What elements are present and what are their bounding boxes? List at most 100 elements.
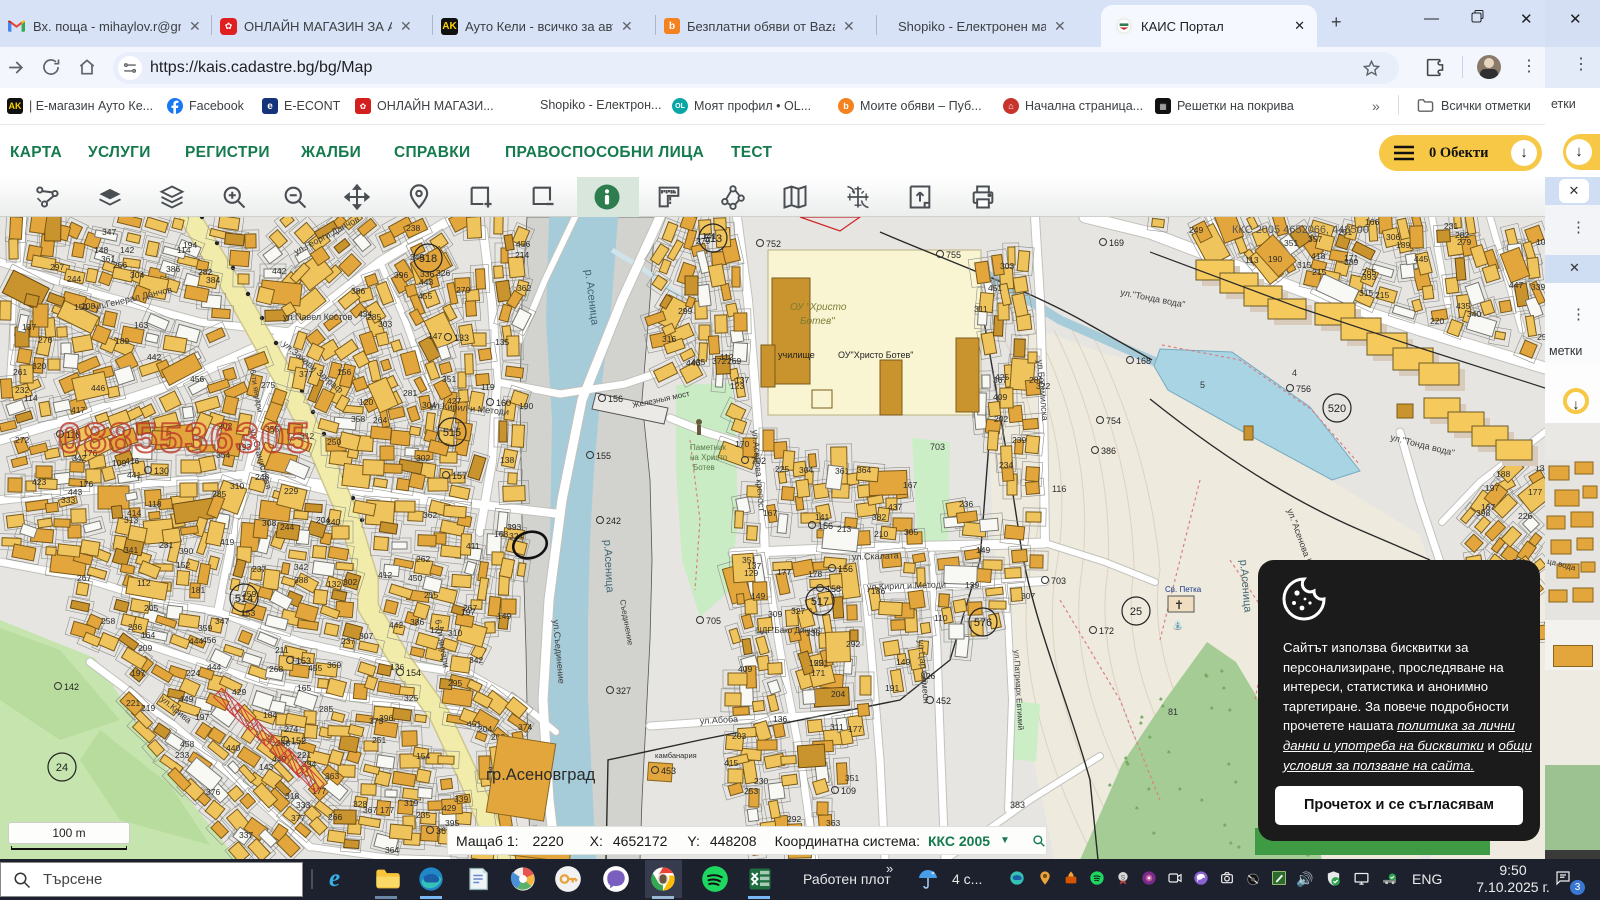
- svg-text:113: 113: [1245, 255, 1259, 265]
- svg-text:191: 191: [885, 683, 899, 693]
- svg-text:442: 442: [272, 266, 286, 276]
- svg-text:170: 170: [735, 439, 749, 449]
- svg-text:386: 386: [351, 286, 365, 296]
- svg-text:299: 299: [678, 306, 692, 316]
- svg-text:164: 164: [141, 630, 155, 640]
- svg-text:137: 137: [22, 322, 36, 332]
- svg-text:♠: ♠: [1210, 705, 1214, 712]
- svg-text:210: 210: [874, 529, 888, 539]
- svg-text:302: 302: [416, 453, 430, 463]
- svg-text:211: 211: [275, 645, 289, 655]
- svg-text:388: 388: [294, 575, 308, 585]
- svg-text:456: 456: [190, 374, 204, 384]
- svg-text:261: 261: [13, 367, 27, 377]
- svg-text:309: 309: [768, 609, 782, 619]
- svg-text:♠: ♠: [1152, 830, 1156, 837]
- svg-text:267: 267: [463, 603, 477, 613]
- svg-text:ОУ"Христо Ботев": ОУ"Христо Ботев": [838, 350, 914, 360]
- svg-text:155: 155: [596, 451, 611, 461]
- svg-text:262: 262: [416, 554, 430, 564]
- svg-text:386: 386: [410, 617, 424, 627]
- svg-text:434: 434: [358, 309, 372, 319]
- svg-text:226: 226: [1518, 511, 1532, 521]
- svg-text:359: 359: [198, 623, 212, 633]
- svg-text:307: 307: [1021, 591, 1035, 601]
- svg-text:Св. Петка: Св. Петка: [1165, 585, 1202, 594]
- svg-text:165: 165: [297, 683, 311, 693]
- svg-text:149: 149: [497, 611, 511, 621]
- svg-text:515: 515: [443, 427, 461, 439]
- svg-text:ул.Абоба: ул.Абоба: [700, 714, 739, 726]
- svg-text:234: 234: [999, 460, 1013, 470]
- svg-text:398: 398: [1476, 508, 1490, 518]
- svg-text:♠: ♠: [1178, 786, 1182, 793]
- svg-text:гр.Асеновград: гр.Асеновград: [486, 766, 596, 784]
- svg-text:190: 190: [519, 401, 533, 411]
- svg-text:281: 281: [403, 388, 417, 398]
- svg-text:441: 441: [127, 470, 141, 480]
- svg-text:151: 151: [74, 302, 88, 312]
- svg-text:225: 225: [775, 464, 789, 474]
- svg-text:377: 377: [291, 813, 305, 823]
- svg-text:295: 295: [448, 678, 462, 688]
- svg-text:149: 149: [896, 657, 910, 667]
- svg-text:194: 194: [183, 240, 197, 250]
- svg-text:268: 268: [269, 664, 283, 674]
- svg-text:81: 81: [1168, 707, 1178, 717]
- svg-text:756: 756: [1296, 384, 1311, 394]
- svg-text:456: 456: [202, 635, 216, 645]
- svg-text:304: 304: [799, 465, 813, 475]
- svg-text:♠: ♠: [1222, 685, 1226, 692]
- svg-text:446: 446: [686, 358, 700, 368]
- svg-text:319: 319: [404, 798, 418, 808]
- svg-text:163: 163: [134, 320, 148, 330]
- svg-text:на Христо: на Христо: [690, 453, 728, 462]
- svg-text:♠: ♠: [1220, 668, 1224, 675]
- svg-text:447: 447: [1509, 280, 1523, 290]
- svg-text:367: 367: [363, 805, 377, 815]
- svg-text:камбанария: камбанария: [655, 751, 697, 760]
- svg-text:Паметник: Паметник: [690, 443, 726, 452]
- svg-text:308: 308: [262, 518, 276, 528]
- svg-text:156: 156: [818, 521, 833, 531]
- svg-text:204: 204: [831, 689, 845, 699]
- svg-text:311: 311: [974, 304, 988, 314]
- svg-text:310: 310: [448, 628, 462, 638]
- svg-text:576: 576: [974, 617, 992, 629]
- svg-text:202: 202: [994, 414, 1008, 424]
- svg-text:364: 364: [857, 465, 871, 475]
- svg-text:157: 157: [452, 471, 467, 481]
- svg-text:451: 451: [988, 283, 1002, 293]
- svg-text:231: 231: [159, 540, 173, 550]
- svg-text:315: 315: [1297, 260, 1311, 270]
- svg-text:279: 279: [456, 285, 470, 295]
- svg-text:443: 443: [68, 487, 82, 497]
- svg-text:382: 382: [872, 512, 886, 522]
- svg-text:347: 347: [215, 616, 229, 626]
- svg-text:276: 276: [38, 335, 52, 345]
- svg-text:258: 258: [101, 616, 115, 626]
- svg-text:449: 449: [179, 694, 193, 704]
- svg-text:167: 167: [903, 480, 917, 490]
- svg-text:285: 285: [212, 489, 226, 499]
- svg-text:244: 244: [280, 522, 294, 532]
- svg-text:342: 342: [294, 562, 308, 572]
- svg-text:703: 703: [930, 442, 945, 452]
- svg-text:325: 325: [404, 693, 418, 703]
- svg-text:209: 209: [138, 643, 152, 653]
- svg-text:235: 235: [416, 810, 430, 820]
- svg-text:112: 112: [137, 578, 151, 588]
- svg-text:393: 393: [1362, 272, 1376, 282]
- svg-text:364: 364: [385, 845, 399, 855]
- svg-text:256: 256: [113, 260, 127, 270]
- svg-text:156: 156: [337, 367, 351, 377]
- svg-text:351: 351: [742, 555, 756, 565]
- svg-text:154: 154: [406, 668, 421, 678]
- svg-text:437: 437: [888, 502, 902, 512]
- svg-text:116: 116: [1052, 484, 1066, 494]
- svg-text:313: 313: [124, 515, 138, 525]
- svg-text:409: 409: [993, 392, 1007, 402]
- svg-text:197: 197: [195, 712, 209, 722]
- svg-text:♠: ♠: [1167, 749, 1171, 756]
- svg-text:♠: ♠: [1227, 761, 1231, 768]
